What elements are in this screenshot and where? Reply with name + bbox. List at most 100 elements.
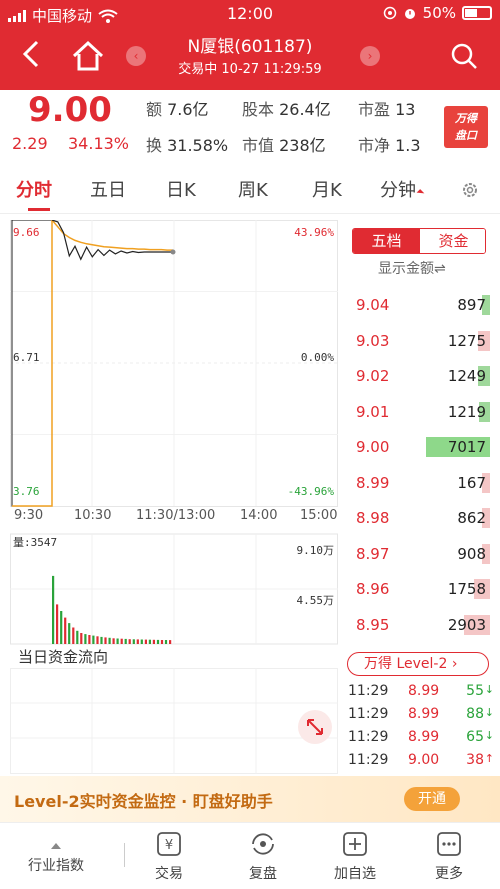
volume-bar bbox=[64, 617, 67, 644]
book-row: 9.04 897 bbox=[342, 292, 500, 318]
trade-time: 11:29 bbox=[348, 729, 389, 745]
tab-capital[interactable]: 资金 bbox=[420, 229, 485, 253]
stat-turnover: 换 31.58% bbox=[146, 136, 229, 155]
last-price: 9.00 bbox=[28, 90, 112, 130]
tab-five-levels[interactable]: 五档 bbox=[353, 229, 420, 253]
book-volume: 167 bbox=[457, 473, 486, 492]
time-tick: 11:30/13:00 bbox=[136, 508, 216, 523]
book-price: 8.99 bbox=[356, 473, 390, 492]
app-header: 中国移动 12:00 50% ‹ N厦银(601187) 交易中 10-27 1… bbox=[0, 0, 500, 90]
time-tick: 10:30 bbox=[74, 508, 112, 523]
book-price: 9.01 bbox=[356, 402, 390, 421]
location-lock-icon bbox=[383, 6, 396, 20]
review-button[interactable]: 复盘 bbox=[228, 829, 298, 883]
volume-bar bbox=[80, 633, 83, 644]
price-low-label: 3.76 bbox=[13, 485, 40, 498]
tab-daily-k[interactable]: 日K bbox=[166, 176, 196, 202]
book-row: 8.98 862 bbox=[342, 505, 500, 531]
book-row: 8.97 908 bbox=[342, 541, 500, 567]
volume-bar bbox=[132, 639, 135, 644]
tab-five-day[interactable]: 五日 bbox=[90, 176, 126, 202]
trade-status: 交易中 10-27 11:29:59 bbox=[178, 62, 322, 77]
tab-minute[interactable]: 分钟 bbox=[380, 176, 425, 202]
pct-high-label: 43.96% bbox=[294, 226, 334, 239]
nav-bar: ‹ N厦银(601187) 交易中 10-27 11:29:59 › bbox=[0, 28, 500, 90]
trade-icon: ¥ bbox=[157, 832, 181, 856]
volume-bar bbox=[169, 640, 172, 644]
trade-volume: 65 bbox=[466, 729, 484, 745]
book-volume: 862 bbox=[457, 509, 486, 527]
book-volume: 897 bbox=[457, 296, 486, 314]
level2-button[interactable]: 万得 Level-2 › bbox=[347, 652, 489, 676]
tab-monthly-k[interactable]: 月K bbox=[312, 176, 342, 202]
volume-bar bbox=[100, 636, 103, 644]
industry-index-button[interactable]: 行业指数 bbox=[28, 843, 84, 875]
volume-bar bbox=[144, 639, 147, 644]
price-line bbox=[51, 219, 173, 261]
trade-price: 8.99 bbox=[408, 706, 440, 722]
book-row: 9.03 1275 bbox=[342, 328, 500, 354]
book-row: 9.02 1249 bbox=[342, 363, 500, 389]
volume-bar bbox=[96, 636, 99, 644]
time-axis: 9:30 10:30 11:30/13:00 14:00 15:00 bbox=[0, 508, 340, 528]
book-price: 9.04 bbox=[356, 296, 390, 314]
show-amount-toggle[interactable]: 显示金额⇌ bbox=[378, 258, 446, 278]
trade-row: 11:29 9.00 38 ↑ bbox=[348, 752, 498, 774]
divider bbox=[124, 843, 125, 867]
book-price: 9.03 bbox=[356, 331, 390, 350]
book-row: 9.00 7017 bbox=[342, 434, 500, 460]
trade-volume: 55 bbox=[466, 683, 484, 699]
chevron-up-icon bbox=[51, 843, 61, 849]
volume-bar bbox=[164, 640, 168, 644]
trade-time: 11:29 bbox=[348, 683, 389, 699]
volume-bar bbox=[116, 638, 119, 644]
activate-button[interactable]: 开通 bbox=[404, 787, 460, 811]
stat-market-cap: 市值 238亿 bbox=[242, 136, 326, 155]
trade-row: 11:29 8.99 55 ↓ bbox=[348, 683, 498, 705]
battery-percent: 50% bbox=[422, 4, 456, 22]
volume-label: 量:3547 bbox=[13, 536, 58, 549]
add-watchlist-button[interactable]: 加自选 bbox=[320, 829, 390, 883]
more-button[interactable]: 更多 bbox=[414, 829, 484, 883]
trade-time: 11:29 bbox=[348, 706, 389, 722]
book-volume: 908 bbox=[457, 544, 486, 563]
gear-icon[interactable] bbox=[460, 180, 480, 200]
book-volume: 7017 bbox=[447, 438, 486, 456]
book-row: 9.01 1219 bbox=[342, 399, 500, 425]
pct-low-label: -43.96% bbox=[287, 485, 334, 498]
trade-direction-icon: ↓ bbox=[484, 683, 494, 696]
wind-orderbook-badge[interactable]: 万得 盘口 bbox=[444, 106, 488, 148]
tab-intraday[interactable]: 分时 bbox=[16, 176, 52, 202]
book-price: 8.95 bbox=[356, 615, 390, 634]
book-segment: 五档 资金 bbox=[352, 228, 486, 254]
trade-price: 8.99 bbox=[408, 683, 440, 699]
svg-text:¥: ¥ bbox=[165, 838, 173, 853]
active-tab-indicator bbox=[28, 208, 50, 211]
alarm-icon bbox=[404, 9, 415, 19]
book-row: 8.96 1758 bbox=[342, 576, 500, 602]
trade-row: 11:29 8.99 65 ↓ bbox=[348, 729, 498, 751]
quote-panel: 9.00 2.29 34.13% 额 7.6亿 股本 26.4亿 市盈 13 换… bbox=[0, 90, 500, 162]
stock-title: N厦银(601187) bbox=[187, 37, 313, 57]
level2-promo-banner[interactable]: Level-2实时资金监控 · 盯盘好助手 开通 bbox=[0, 776, 500, 822]
volume-bar bbox=[156, 639, 160, 644]
tab-weekly-k[interactable]: 周K bbox=[238, 176, 268, 202]
volume-bar bbox=[136, 639, 139, 644]
banner-text: Level-2实时资金监控 · 盯盘好助手 bbox=[14, 792, 273, 811]
time-tick: 14:00 bbox=[240, 508, 278, 523]
volume-bar bbox=[120, 638, 123, 644]
trade-price: 8.99 bbox=[408, 729, 440, 745]
volume-bar bbox=[52, 575, 55, 644]
price-change: 2.29 bbox=[12, 134, 48, 153]
expand-button[interactable] bbox=[298, 710, 332, 744]
stat-pb: 市净 1.3 bbox=[358, 136, 421, 155]
intraday-chart[interactable]: 9.66 6.71 3.76 43.96% 0.00% -43.96% 量:35… bbox=[10, 219, 338, 645]
book-price: 8.98 bbox=[356, 509, 390, 527]
volume-bar bbox=[112, 638, 115, 644]
trade-time: 11:29 bbox=[348, 752, 389, 768]
trade-button[interactable]: ¥ 交易 bbox=[134, 829, 204, 883]
battery-icon bbox=[462, 6, 492, 20]
next-stock-button[interactable]: › bbox=[360, 46, 380, 66]
search-icon[interactable] bbox=[450, 42, 478, 70]
trade-volume: 88 bbox=[466, 706, 484, 722]
